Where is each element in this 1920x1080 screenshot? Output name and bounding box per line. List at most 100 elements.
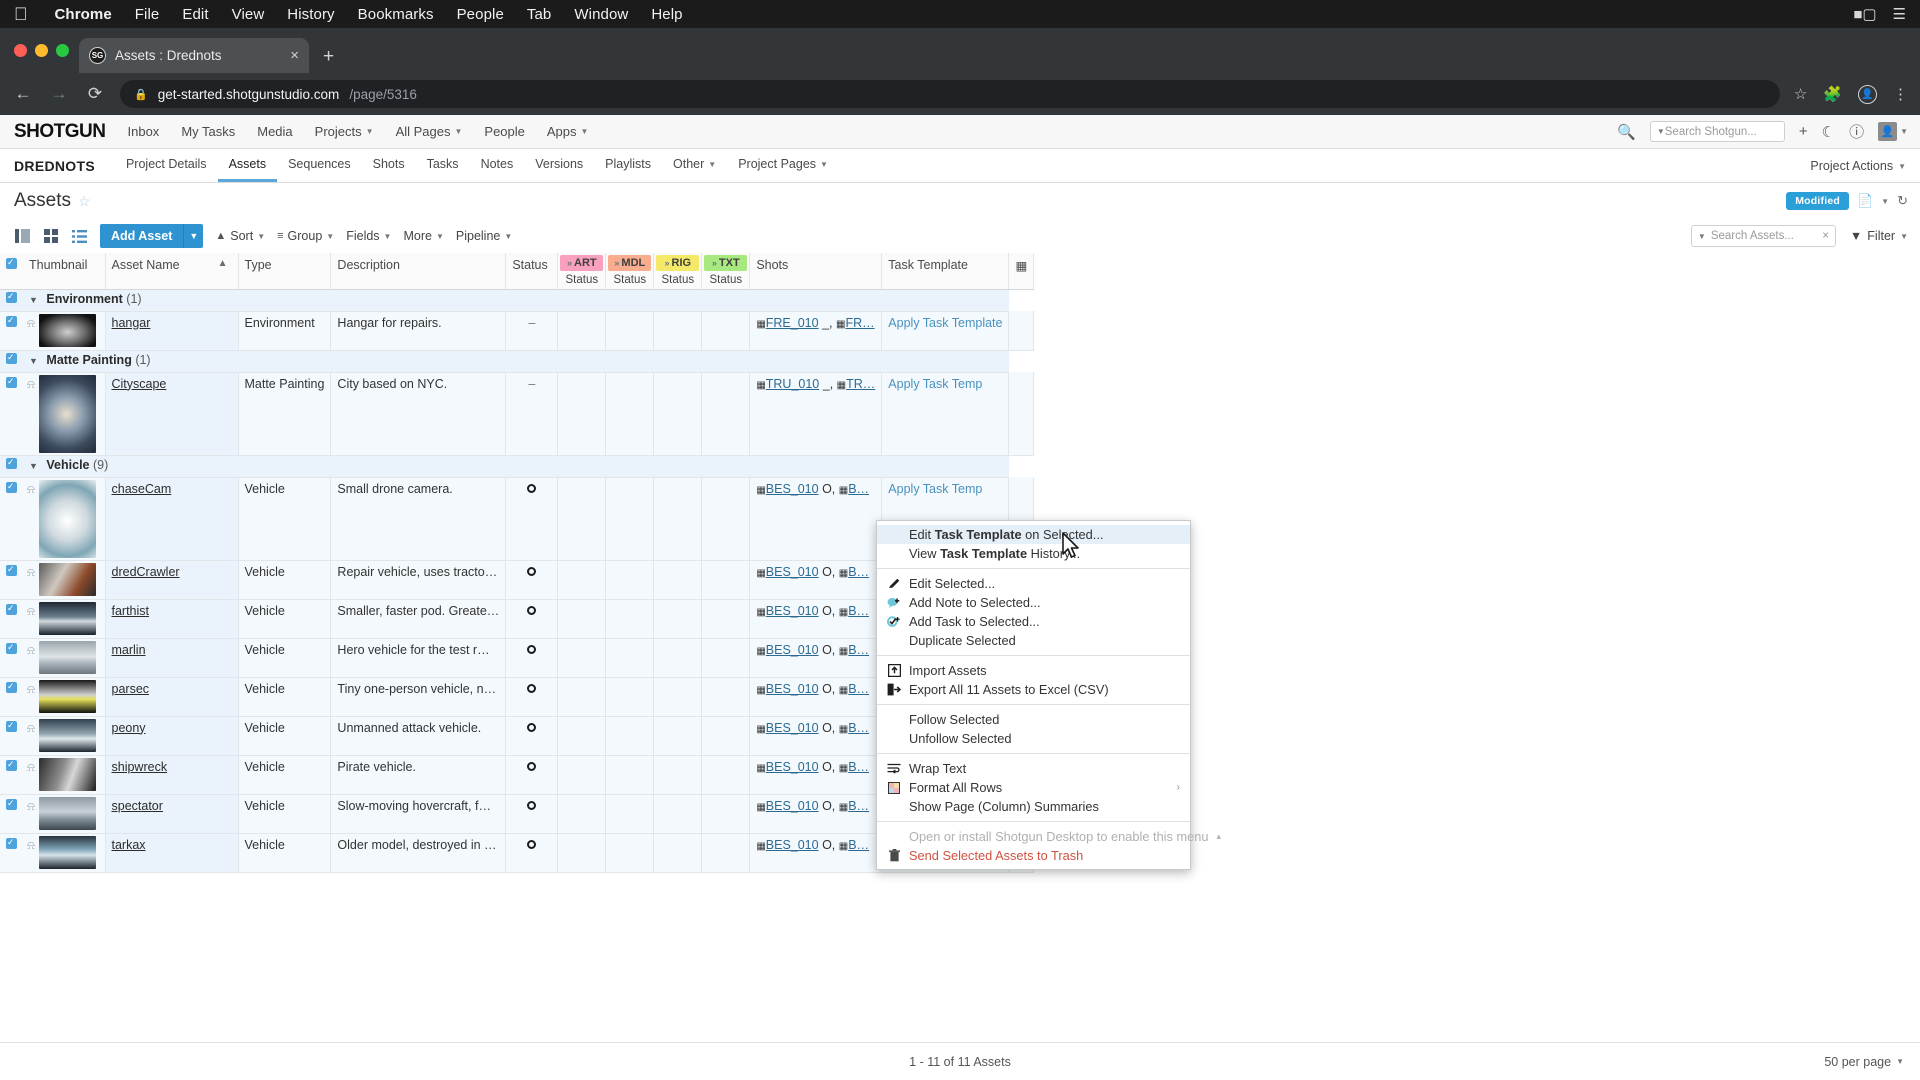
cell-pipeline-txt[interactable]: [701, 677, 751, 717]
header-shots[interactable]: Shots: [749, 253, 883, 290]
pipeline-button[interactable]: Pipeline ▼: [456, 229, 512, 243]
menu-item-add-note-to-selected[interactable]: Add Note to Selected...: [877, 593, 1190, 612]
page-icon[interactable]: 📄: [1857, 193, 1873, 209]
reload-button[interactable]: ⟳: [84, 84, 106, 104]
cell-type[interactable]: Vehicle: [238, 716, 332, 756]
row-select-checkbox[interactable]: [6, 602, 17, 615]
menu-item-add-task-to-selected[interactable]: Add Task to Selected...: [877, 612, 1190, 631]
hangar-thumb[interactable]: [38, 313, 96, 347]
globalnav-item-media[interactable]: Media: [257, 124, 292, 139]
cell-pipeline-txt[interactable]: [701, 716, 751, 756]
parsec-thumb[interactable]: [38, 679, 96, 713]
cell-pipeline-mdl[interactable]: [605, 833, 655, 873]
peony-thumb[interactable]: [38, 718, 96, 752]
menubar-item-help[interactable]: Help: [651, 6, 682, 23]
menubar-item-edit[interactable]: Edit: [182, 6, 208, 23]
cell-pipeline-mdl[interactable]: [605, 477, 655, 561]
shipwreck-thumb[interactable]: [38, 757, 96, 791]
cell-thumbnail[interactable]: ⍾: [23, 599, 106, 639]
cell-pipeline-txt[interactable]: [701, 372, 751, 456]
tab-sequences[interactable]: Sequences: [277, 149, 362, 182]
cell-pipeline-txt[interactable]: [701, 638, 751, 678]
shot-link[interactable]: TR…: [846, 377, 875, 391]
row-select-checkbox-cell[interactable]: [0, 833, 23, 873]
row-select-checkbox-cell[interactable]: [0, 755, 23, 795]
cell-shots[interactable]: ▦BES_010 O, ▦B…: [749, 794, 883, 834]
cell-pipeline-art[interactable]: [557, 794, 607, 834]
group-header-row[interactable]: ▼ Environment (1): [0, 289, 1034, 312]
row-select-checkbox[interactable]: [6, 480, 17, 493]
cell-asset-name[interactable]: shipwreck: [105, 755, 239, 795]
cell-thumbnail[interactable]: ⍾: [23, 755, 106, 795]
cell-pipeline-mdl[interactable]: [605, 638, 655, 678]
group-select-checkbox[interactable]: [6, 290, 17, 303]
menubar-item-tab[interactable]: Tab: [527, 6, 552, 23]
tab-project-details[interactable]: Project Details: [115, 149, 218, 182]
browser-menu-icon[interactable]: ⋮: [1893, 85, 1908, 103]
cell-type[interactable]: Vehicle: [238, 560, 332, 600]
cell-thumbnail[interactable]: ⍾: [23, 477, 106, 561]
cell-pipeline-mdl[interactable]: [605, 755, 655, 795]
apply-task-template-link[interactable]: Apply Task Temp: [888, 482, 982, 496]
menubar-item-history[interactable]: History: [287, 6, 334, 23]
cell-type[interactable]: Environment: [238, 311, 332, 351]
cell-pipeline-art[interactable]: [557, 755, 607, 795]
cell-pipeline-txt[interactable]: [701, 794, 751, 834]
shot-link[interactable]: B…: [848, 565, 869, 579]
menu-item-export-all-11-assets-to-excel-csv[interactable]: Export All 11 Assets to Excel (CSV): [877, 680, 1190, 699]
row-select-checkbox[interactable]: [6, 719, 17, 732]
asset-name-link[interactable]: shipwreck: [112, 760, 168, 774]
tab-shots[interactable]: Shots: [362, 149, 416, 182]
cell-pipeline-rig[interactable]: [653, 833, 703, 873]
cell-pipeline-art[interactable]: [557, 833, 607, 873]
cell-status[interactable]: –: [505, 372, 559, 456]
menu-item-follow-selected[interactable]: Follow Selected: [877, 710, 1190, 729]
globalnav-item-people[interactable]: People: [484, 124, 524, 139]
shot-link[interactable]: B…: [848, 760, 869, 774]
menubar-item-bookmarks[interactable]: Bookmarks: [358, 6, 434, 23]
cell-pipeline-txt[interactable]: [701, 560, 751, 600]
row-select-checkbox[interactable]: [6, 314, 17, 327]
asset-name-link[interactable]: farthist: [112, 604, 150, 618]
add-asset-button[interactable]: Add Asset: [100, 224, 184, 248]
shotgun-logo[interactable]: SHOTGUN: [14, 121, 106, 143]
cell-pipeline-art[interactable]: [557, 372, 607, 456]
cell-status[interactable]: [505, 560, 559, 600]
cell-pipeline-txt[interactable]: [701, 311, 751, 351]
cell-pipeline-txt[interactable]: [701, 833, 751, 873]
fields-button[interactable]: Fields ▼: [346, 229, 391, 243]
cell-pipeline-txt[interactable]: [701, 599, 751, 639]
tab-playlists[interactable]: Playlists: [594, 149, 662, 182]
profile-avatar-icon[interactable]: 👤: [1858, 84, 1877, 104]
cell-status[interactable]: [505, 794, 559, 834]
header-add-column[interactable]: ▦: [1008, 253, 1035, 290]
new-tab-button[interactable]: +: [323, 47, 334, 66]
asset-name-link[interactable]: marlin: [112, 643, 146, 657]
cell-asset-name[interactable]: parsec: [105, 677, 239, 717]
add-asset-dropdown-icon[interactable]: ▼: [183, 224, 204, 248]
group-header-cell[interactable]: ▼ Vehicle (9): [23, 455, 1009, 478]
cell-type[interactable]: Vehicle: [238, 677, 332, 717]
header-pipeline-mdl[interactable]: » MDL Status: [605, 253, 655, 290]
tab-versions[interactable]: Versions: [524, 149, 594, 182]
back-button[interactable]: ←: [12, 84, 34, 104]
cell-thumbnail[interactable]: ⍾: [23, 372, 106, 456]
shot-link[interactable]: BES_010: [766, 565, 819, 579]
menu-item-edit-task-template-on-selected[interactable]: Edit Task Template on Selected...: [877, 525, 1190, 544]
cell-asset-name[interactable]: chaseCam: [105, 477, 239, 561]
shot-link[interactable]: BES_010: [766, 799, 819, 813]
more-button[interactable]: More ▼: [403, 229, 443, 243]
row-select-checkbox[interactable]: [6, 563, 17, 576]
group-select-checkbox-cell[interactable]: [0, 455, 23, 478]
browser-tab[interactable]: SG Assets : Drednots ×: [79, 38, 309, 73]
cell-pipeline-rig[interactable]: [653, 677, 703, 717]
cell-pipeline-art[interactable]: [557, 560, 607, 600]
chevron-down-icon[interactable]: ▼: [29, 356, 38, 366]
cell-task-template[interactable]: Apply Task Template: [881, 311, 1010, 351]
tab-assets[interactable]: Assets: [217, 149, 278, 182]
chevron-down-icon[interactable]: ▼: [29, 461, 38, 471]
shot-link[interactable]: B…: [848, 604, 869, 618]
tab-tasks[interactable]: Tasks: [416, 149, 470, 182]
cell-pipeline-mdl[interactable]: [605, 560, 655, 600]
menubar-item-view[interactable]: View: [232, 6, 265, 23]
